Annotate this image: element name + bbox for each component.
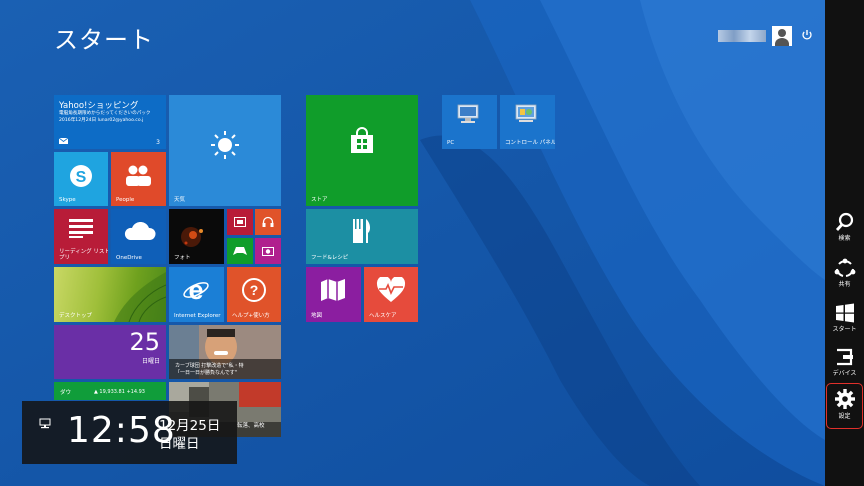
photos-tile[interactable]: フォト <box>169 209 224 264</box>
internet-explorer-icon: e <box>183 275 209 303</box>
video-tile[interactable] <box>227 209 253 235</box>
charm-share-label: 共有 <box>838 281 851 288</box>
gear-icon <box>834 389 855 409</box>
camera-tile[interactable] <box>255 238 281 264</box>
music-tile[interactable] <box>255 209 281 235</box>
news-headline-2: 「一日一日が勝負なんです" <box>175 370 238 376</box>
photos-tile-label: フォト <box>174 255 191 261</box>
fork-knife-icon <box>353 219 371 243</box>
svg-text:e: e <box>188 275 203 303</box>
skype-icon: S <box>70 165 92 187</box>
search-icon <box>835 212 853 231</box>
clock-weekday: 日曜日 <box>159 436 200 452</box>
charms-bar: 検索 共有 スタート デバイス 設定 <box>825 0 864 486</box>
charm-settings[interactable]: 設定 <box>826 383 863 429</box>
store-bag-icon <box>351 127 373 153</box>
games-tile[interactable] <box>227 238 253 264</box>
map-icon <box>321 279 345 301</box>
maps-tile[interactable]: 地図 <box>306 267 361 322</box>
control-panel-icon <box>515 104 537 122</box>
internet-explorer-tile-label: Internet Explorer <box>174 313 221 319</box>
charm-search-label: 検索 <box>838 235 851 242</box>
charm-start-label: スタート <box>832 326 857 333</box>
windows-logo-icon <box>835 303 854 323</box>
help-tile[interactable]: ? ヘルプ+使い方 <box>227 267 281 322</box>
maps-tile-label: 地図 <box>311 313 323 319</box>
pc-monitor-icon <box>457 104 479 123</box>
weather-tile-label: 天気 <box>174 197 186 203</box>
camera-icon <box>262 247 274 256</box>
reading-list-tile[interactable]: リーディング リスト ア プリ <box>54 209 108 264</box>
charm-devices-label: デバイス <box>832 370 857 377</box>
reading-list-icon <box>69 219 93 238</box>
health-tile-label: ヘルスケア <box>369 313 397 319</box>
pc-tile[interactable]: PC <box>442 95 497 149</box>
help-tile-label: ヘルプ+使い方 <box>232 313 270 319</box>
desktop-tile-label: デスクトップ <box>59 313 93 319</box>
finance-index-name: ダウ <box>60 390 72 396</box>
svg-text:?: ? <box>250 282 259 298</box>
cloud-icon <box>124 222 156 240</box>
video-icon <box>234 217 246 227</box>
onedrive-tile[interactable]: OneDrive <box>111 209 166 264</box>
store-tile[interactable]: ストア <box>306 95 418 206</box>
food-recipe-tile-label: フード&レシピ <box>311 255 349 261</box>
calendar-tile[interactable]: 25 日曜日 <box>54 325 166 379</box>
devices-icon <box>836 348 853 366</box>
store-tile-label: ストア <box>311 197 328 203</box>
share-icon <box>834 258 855 277</box>
page-title: スタート <box>54 26 154 54</box>
power-button[interactable] <box>800 29 814 43</box>
charm-share[interactable]: 共有 <box>825 254 864 298</box>
control-panel-tile[interactable]: コントロール パネル <box>500 95 555 149</box>
charm-search[interactable]: 検索 <box>825 208 864 252</box>
yahoo-shopping-tile[interactable]: Yahoo!ショッピング 電脳角長期限めからだってくださいのパック 2016年1… <box>54 95 166 149</box>
mail-count: 3 <box>156 139 160 146</box>
network-icon <box>39 418 51 429</box>
health-tile[interactable]: ヘルスケア <box>364 267 418 322</box>
avatar <box>772 26 792 46</box>
charm-start[interactable]: スタート <box>825 299 864 343</box>
power-icon <box>802 30 812 40</box>
news-tile[interactable]: カーブ球団 打撃改造で"私・特 「一日一日が勝負なんです" <box>169 325 281 379</box>
yahoo-tile-line2: 2016年12月24日 lunar02@yahoo.co.j <box>59 118 144 123</box>
food-recipe-tile[interactable]: フード&レシピ <box>306 209 418 264</box>
skype-tile[interactable]: S Skype <box>54 152 108 206</box>
internet-explorer-tile[interactable]: e Internet Explorer <box>169 267 224 322</box>
calendar-day: 25 <box>129 328 160 356</box>
reading-list-tile-label: リーディング リスト ア プリ <box>59 249 108 261</box>
calendar-weekday: 日曜日 <box>141 358 160 365</box>
date-time-panel: 12:58 12月25日 日曜日 <box>22 401 237 464</box>
weather-tile[interactable]: 天気 <box>169 95 281 206</box>
help-icon: ? <box>242 278 266 302</box>
sun-icon <box>211 131 239 159</box>
sports-headline: 転落、高校 <box>237 423 265 429</box>
finance-tile[interactable]: ダウ ▲ 19,933.81 +14.93 <box>54 382 166 400</box>
game-controller-icon <box>233 247 247 255</box>
user-account[interactable]: ••••• <box>718 26 792 46</box>
skype-tile-label: Skype <box>59 197 76 203</box>
heart-icon <box>376 277 406 302</box>
charm-devices[interactable]: デバイス <box>825 343 864 387</box>
user-name: ••••• <box>718 30 766 42</box>
pc-tile-label: PC <box>447 140 455 146</box>
people-tile-label: People <box>116 197 135 203</box>
people-tile[interactable]: People <box>111 152 166 206</box>
mail-icon <box>59 138 68 144</box>
charm-settings-label: 設定 <box>838 413 851 420</box>
yahoo-tile-line1: 電脳角長期限めからだってくださいのパック <box>59 111 151 116</box>
people-icon <box>126 165 151 186</box>
headphones-icon <box>262 216 274 227</box>
news-headline-1: カーブ球団 打撃改造で"私・特 <box>175 363 244 369</box>
clock-date: 12月25日 <box>159 418 221 434</box>
svg-text:S: S <box>76 169 87 186</box>
finance-index-value: ▲ 19,933.81 +14.93 <box>94 389 145 395</box>
onedrive-tile-label: OneDrive <box>116 255 142 261</box>
desktop-tile[interactable]: デスクトップ <box>54 267 166 322</box>
control-panel-tile-label: コントロール パネル <box>505 140 555 146</box>
